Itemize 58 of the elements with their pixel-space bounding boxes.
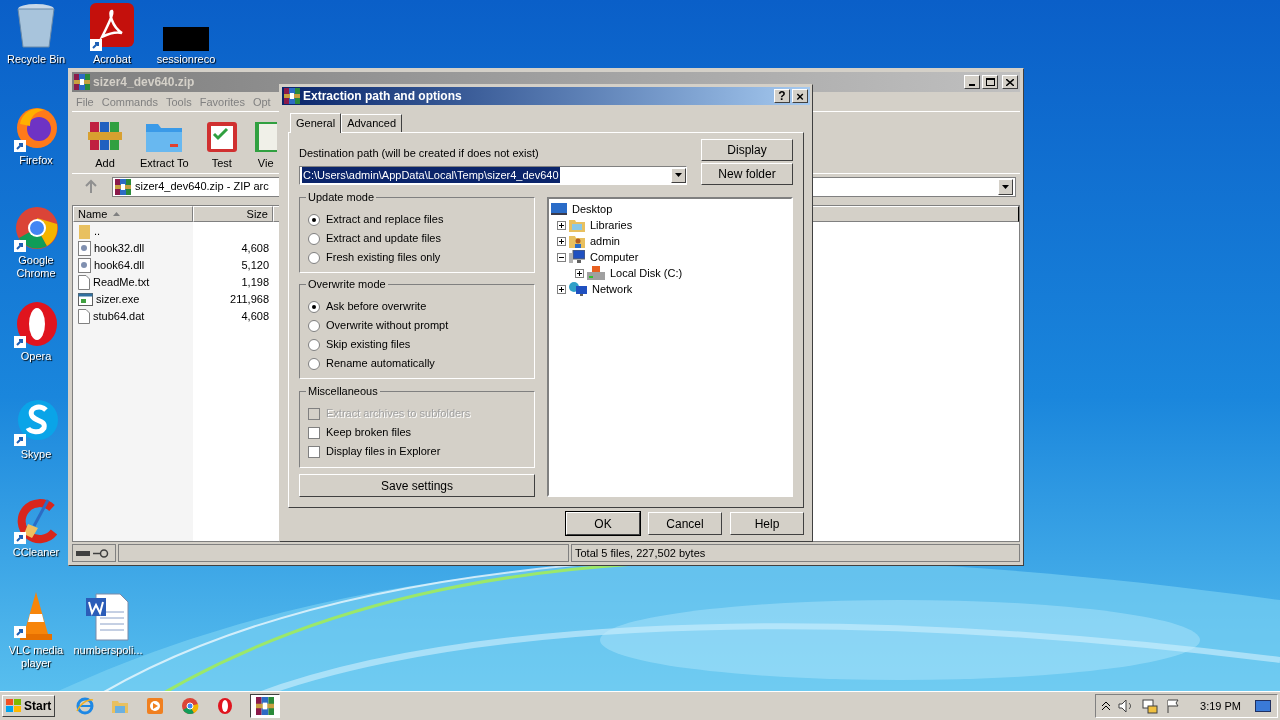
- file-row[interactable]: hook64.dll: [73, 257, 193, 274]
- toolbar-button[interactable]: Test: [202, 119, 241, 171]
- file-row[interactable]: ..: [73, 223, 193, 240]
- status-text: Total 5 files, 227,502 bytes: [575, 547, 706, 559]
- column-header[interactable]: Size: [193, 206, 273, 222]
- file-size: 1,198: [241, 275, 269, 291]
- file-row[interactable]: stub64.dat: [73, 308, 193, 325]
- desktop-icon-label[interactable]: Acrobat: [93, 53, 131, 66]
- desktop-icon-label[interactable]: Opera: [20, 350, 52, 363]
- toolbar-button[interactable]: Vie: [250, 119, 281, 171]
- radio-label: Extract and replace files: [326, 212, 444, 228]
- checkbox-label: Keep broken files: [326, 425, 411, 441]
- desktop-icon-label[interactable]: Firefox: [19, 154, 53, 167]
- tab[interactable]: Advanced: [341, 114, 403, 132]
- file-row[interactable]: ReadMe.txt: [73, 274, 193, 291]
- desktop-icon-label[interactable]: Google Chrome: [0, 254, 72, 280]
- group-title: Update mode: [306, 190, 377, 204]
- help-button[interactable]: ?: [774, 89, 790, 103]
- tree-item[interactable]: Libraries: [588, 216, 635, 234]
- clock[interactable]: 3:19 PM: [1200, 697, 1241, 715]
- tree-item[interactable]: Local Disk (C:): [608, 264, 685, 282]
- file-row[interactable]: sizer.exe: [73, 291, 193, 308]
- radio-label: Overwrite without prompt: [326, 318, 449, 334]
- group-title: Overwrite mode: [306, 277, 388, 291]
- destination-combo-box[interactable]: C:\Users\admin\AppData\Local\Temp\sizer4_dev640: [299, 165, 687, 185]
- tab[interactable]: General: [290, 113, 342, 133]
- group-title: Miscellaneous: [306, 384, 380, 398]
- checkbox-label: Display files in Explorer: [326, 444, 441, 460]
- dialog-button[interactable]: OK: [566, 512, 640, 535]
- save-settings-button[interactable]: Save settings: [299, 474, 535, 497]
- file-size: 4,608: [241, 241, 269, 257]
- file-size: 4,608: [241, 309, 269, 325]
- tree-item[interactable]: Computer: [588, 248, 641, 266]
- file-size: 5,120: [241, 258, 269, 274]
- toolbar-button[interactable]: Extract To: [136, 119, 193, 171]
- file-row[interactable]: hook32.dll: [73, 240, 193, 257]
- desktop-icon-label[interactable]: sessionreco: [156, 53, 216, 66]
- dialog-button[interactable]: New folder: [701, 163, 793, 185]
- dialog-button[interactable]: Help: [730, 512, 804, 535]
- file-size: 211,968: [230, 292, 269, 308]
- dialog-button[interactable]: Display: [701, 139, 793, 161]
- start-button[interactable]: Start: [2, 695, 56, 717]
- tree-item[interactable]: Desktop: [570, 200, 615, 218]
- radio-label: Skip existing files: [326, 337, 411, 353]
- window-title: sizer4_dev640.zip: [93, 74, 195, 91]
- desktop-icon-label[interactable]: Recycle Bin: [6, 53, 66, 66]
- radio-label: Extract and update files: [326, 231, 441, 247]
- column-header[interactable]: Name: [73, 206, 193, 222]
- field-label: Destination path (will be created if does not exist): [299, 146, 540, 161]
- close-button[interactable]: ×: [792, 89, 808, 103]
- dialog-title: Extraction path and options: [303, 88, 462, 105]
- toolbar-button[interactable]: Add: [84, 119, 126, 171]
- radio-label: Ask before overwrite: [326, 299, 427, 315]
- tree-item[interactable]: Network: [590, 280, 635, 298]
- radio-label: Fresh existing files only: [326, 250, 441, 266]
- radio-label: Rename automatically: [326, 356, 435, 372]
- dialog-button[interactable]: Cancel: [648, 512, 722, 535]
- tree-item[interactable]: admin: [588, 232, 622, 250]
